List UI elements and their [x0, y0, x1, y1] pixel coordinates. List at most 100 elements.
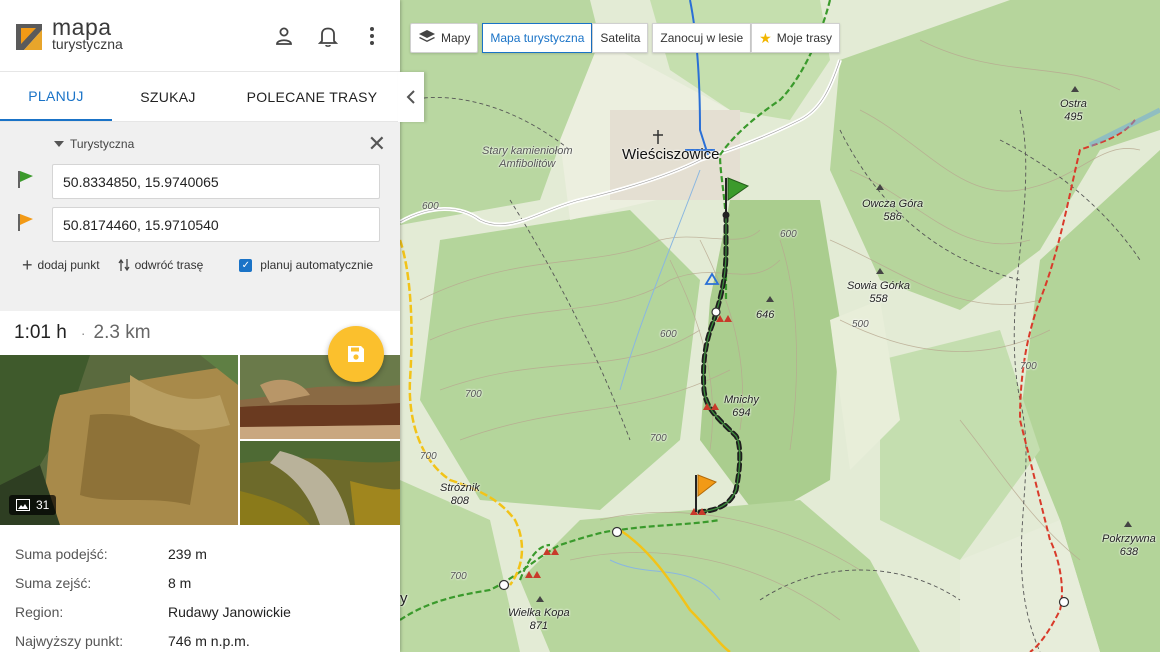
plus-icon: + [22, 255, 33, 275]
photo-gallery: 31 [0, 355, 400, 525]
stat-value: 239 m [168, 545, 207, 562]
map-terrain [400, 0, 1160, 652]
start-point-input[interactable] [52, 164, 380, 199]
stat-row: Suma zejść: 8 m [15, 568, 385, 597]
separator-dot: · [80, 325, 86, 341]
layer-satellite-label: Satelita [600, 31, 641, 45]
end-point-row [16, 207, 384, 242]
add-point-button[interactable]: + dodaj punkt [22, 255, 100, 275]
route-summary: 1:01 h · 2.3 km [0, 311, 400, 382]
logo-text: mapa turystyczna [52, 13, 123, 53]
stat-value: 746 m n.p.m. [168, 632, 250, 649]
contour-label: 700 [465, 389, 482, 400]
contour-label: 500 [852, 319, 869, 330]
layer-my-routes-label: Moje trasy [776, 31, 833, 45]
route-type-selector[interactable]: Turystyczna [54, 132, 384, 156]
logo-line2: turystyczna [52, 35, 123, 52]
route-type-label: Turystyczna [70, 137, 135, 151]
stat-label: Najwyższy punkt: [15, 632, 124, 649]
caret-down-icon [54, 141, 64, 147]
sidebar: mapa turystyczna PLANUJ SZUKAJ POLECANE … [0, 0, 424, 652]
map-label-stroznik: Stróżnik 808 [440, 482, 480, 507]
map-label-peak-646: 646 [756, 309, 775, 321]
stat-row: Suma podejść: 239 m [15, 539, 385, 568]
green-flag-icon [16, 169, 52, 194]
reverse-route-button[interactable]: odwróć trasę [118, 258, 204, 272]
photo-count: 31 [36, 498, 50, 512]
map-label-wielka-kopa: Wielka Kopa 871 [508, 607, 570, 632]
layer-camp-label: Zanocuj w lesie [660, 31, 744, 45]
swap-vert-icon [118, 258, 130, 272]
stat-label: Suma zejść: [15, 574, 92, 591]
map-label-owcza-gora: Owcza Góra 586 [862, 198, 924, 223]
route-distance: 2.3 km [93, 322, 151, 343]
contour-label: 700 [420, 451, 437, 462]
auto-plan-checkbox[interactable]: ✓ planuj automatycznie [239, 258, 373, 272]
layer-tourist-map-label: Mapa turystyczna [490, 31, 585, 45]
map-canvas[interactable]: Wieściszowice Stary kamieniołom Amfiboli… [400, 0, 1160, 652]
contour-label: 600 [780, 229, 797, 240]
layer-maps-label: Mapy [441, 31, 471, 45]
layer-maps-button[interactable]: Mapy [410, 23, 479, 53]
map-label-sowia-gorka: Sowia Górka 558 [847, 280, 910, 305]
tab-bar: PLANUJ SZUKAJ POLECANE TRASY [0, 72, 424, 122]
stat-value: 8 m [168, 574, 192, 591]
photo-main[interactable]: 31 [0, 355, 238, 525]
layer-group-extra: Zanocuj w lesie ★ Moje trasy [652, 23, 841, 53]
layer-tourist-map-button[interactable]: Mapa turystyczna [482, 23, 593, 53]
layer-my-routes-button[interactable]: ★ Moje trasy [751, 23, 841, 53]
reverse-route-label: odwróć trasę [134, 258, 204, 272]
chevron-left-icon [406, 90, 415, 104]
start-point-row [16, 164, 384, 199]
map-label-ostra: Ostra 495 [1060, 98, 1087, 123]
photo-count-badge[interactable]: 31 [9, 495, 57, 515]
contour-label: 700 [1020, 361, 1037, 372]
map-layer-bar: Mapy Mapa turystyczna Satelita Zanocuj w… [410, 23, 841, 53]
map-label-quarry: Stary kamieniołom Amfibolitów [482, 145, 573, 170]
stat-row: Region: Rudawy Janowickie [15, 597, 385, 626]
collapse-sidebar-button[interactable] [398, 72, 424, 122]
top-bar: mapa turystyczna [0, 0, 400, 72]
route-time: 1:01 h [14, 322, 67, 343]
bell-icon[interactable] [314, 22, 342, 50]
contour-label: 700 [650, 433, 667, 444]
layer-camp-button[interactable]: Zanocuj w lesie [652, 23, 752, 53]
planner-actions: + dodaj punkt odwróć trasę ✓ planuj auto… [16, 255, 384, 275]
layer-satellite-button[interactable]: Satelita [592, 23, 649, 53]
map-label-edge: y [400, 590, 408, 607]
auto-plan-label: planuj automatycznie [260, 258, 374, 272]
contour-label: 700 [450, 571, 467, 582]
add-point-label: dodaj punkt [37, 258, 100, 272]
map-label-pokrzywna: Pokrzywna 638 [1102, 533, 1156, 558]
photo-library-icon [16, 499, 30, 511]
tab-polecane-trasy[interactable]: POLECANE TRASY [224, 72, 400, 121]
route-planner: Turystyczna ✕ + dodaj punkt odwróć trasę [0, 122, 400, 311]
tab-planuj[interactable]: PLANUJ [0, 72, 112, 121]
map-label-mnichy: Mnichy 694 [724, 394, 759, 419]
close-icon[interactable]: ✕ [368, 133, 386, 155]
user-icon[interactable] [270, 22, 298, 50]
layers-icon [418, 29, 436, 48]
route-stats: Suma podejść: 239 m Suma zejść: 8 m Regi… [0, 525, 400, 652]
stat-value: Rudawy Janowickie [168, 603, 291, 620]
layer-group: Mapa turystyczna Satelita [482, 23, 649, 53]
contour-label: 600 [660, 329, 677, 340]
stat-row: Najwyższy punkt: 746 m n.p.m. [15, 626, 385, 652]
end-point-input[interactable] [52, 207, 380, 242]
orange-flag-icon [16, 212, 52, 237]
save-route-button[interactable] [328, 326, 384, 382]
top-icons [270, 22, 386, 50]
star-icon: ★ [759, 29, 772, 46]
logo-icon [14, 20, 46, 52]
save-icon [348, 346, 364, 362]
logo-line1: mapa [52, 13, 112, 40]
checkbox-checked-icon: ✓ [239, 258, 253, 272]
stat-label: Region: [15, 603, 64, 620]
tab-szukaj[interactable]: SZUKAJ [112, 72, 224, 121]
contour-label: 600 [422, 201, 439, 212]
logo[interactable]: mapa turystyczna [14, 13, 123, 53]
more-vert-icon[interactable] [358, 22, 386, 50]
map-label-town: Wieściszowice [622, 146, 720, 163]
photo-thumb-2[interactable] [240, 441, 400, 525]
stat-label: Suma podejść: [15, 545, 108, 562]
